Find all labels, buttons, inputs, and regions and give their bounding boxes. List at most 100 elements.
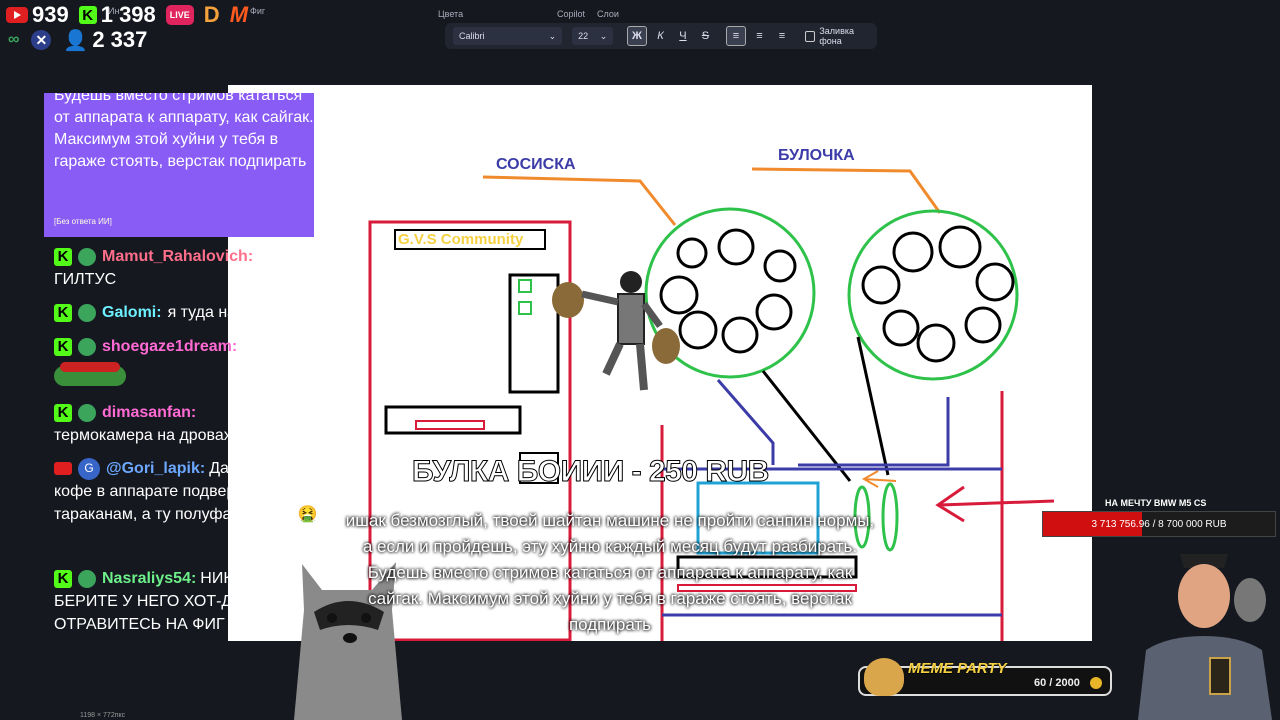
drum-hole: [676, 237, 708, 269]
drum-hole: [678, 310, 718, 350]
viewer-number: 2 337: [92, 27, 148, 52]
thief-legs: [602, 342, 648, 391]
kick-icon: K: [54, 337, 72, 356]
drum-hole: [717, 228, 755, 266]
chevron-down-icon: ⌄: [599, 30, 608, 41]
chat-message: K Nasraliys54: НИКОГДА НЕ БЕРИТЕ У НЕГО Х…: [54, 567, 324, 636]
community-label: G.V.S Community: [398, 231, 524, 248]
kick-icon: K: [54, 403, 72, 422]
thief-body: [617, 293, 645, 345]
chevron-down-icon: ⌄: [548, 30, 557, 41]
avatar: G: [78, 457, 100, 480]
chat-message: K Galomi: я туда насру: [54, 301, 324, 324]
chat-message: Kshoegaze1dream:: [54, 335, 324, 393]
youtube-icon: [54, 462, 72, 475]
fill-checkbox[interactable]: [804, 30, 816, 42]
chat-username[interactable]: Galomi:: [102, 301, 162, 324]
italic-button[interactable]: К: [652, 27, 669, 45]
shirt-plaid: [1138, 636, 1272, 720]
chat-text: ГИЛТУС: [54, 271, 117, 288]
meme-party-count: 60 / 2000: [1034, 677, 1080, 689]
align-left-icon[interactable]: ≡: [726, 26, 746, 46]
highlighted-message: Будешь вместо стримов кататься от аппара…: [44, 93, 314, 237]
face: [1178, 564, 1230, 628]
meme-party-title: MEME PARTY: [908, 660, 1007, 677]
chat-message: K Mamut_Rahalovich: ГИЛТУС: [54, 245, 324, 291]
chute-blue: [716, 379, 775, 465]
align-right-icon[interactable]: ≡: [773, 27, 790, 45]
beer-can-icon: [1209, 657, 1231, 695]
viewer-count: 👤 2 337: [63, 27, 147, 53]
pepe-emote-icon: [54, 362, 126, 386]
fill-background-toggle[interactable]: Заливка фона: [804, 26, 877, 46]
font-size-value: 22: [578, 31, 589, 41]
font-family-value: Calibri: [459, 31, 485, 41]
menu-colors[interactable]: Цвета: [438, 9, 463, 19]
fill-label: Заливка фона: [819, 26, 855, 46]
underline-button[interactable]: Ч: [674, 27, 691, 45]
kick-icon: K: [54, 569, 72, 588]
kick-icon: K: [54, 247, 72, 266]
text-toolbar: Calibri ⌄ 22 ⌄ Ж К Ч S ≡ ≡ ≡ Заливка фон…: [445, 23, 877, 49]
youtube-icon: [6, 7, 28, 23]
chat-username[interactable]: shoegaze1dream:: [102, 335, 237, 358]
link-icon: ∞: [8, 31, 20, 48]
avatar: [78, 303, 96, 322]
avatar: [78, 337, 96, 356]
roller-2: [881, 482, 899, 552]
drum-hole: [882, 309, 920, 347]
doge-icon: [864, 658, 904, 696]
dispenser-inner: [415, 420, 485, 430]
thief-sticker: [552, 271, 680, 391]
youtube-stat: 939: [6, 2, 69, 28]
live-badge: LIVE: [165, 5, 194, 25]
menu-partial-2[interactable]: Фиг: [250, 6, 265, 16]
youtube-count: 939: [32, 2, 69, 27]
drum-hole: [763, 249, 797, 283]
label-sausage: СОСИСКА: [496, 156, 576, 173]
goal-title: НА МЕЧТУ BMW M5 CS: [1105, 498, 1207, 508]
donation-message: ишак безмозглый, твоей шайтан машине не …: [345, 511, 875, 634]
avatar: [78, 247, 96, 266]
red-arrow: [935, 485, 1055, 523]
bun-drum: [847, 209, 1019, 381]
coin-icon: [1090, 677, 1102, 689]
raccoon-on-shoulder: [1234, 578, 1266, 622]
font-size-select[interactable]: 22 ⌄: [572, 27, 614, 45]
chat-panel: Будешь вместо стримов кататься от аппара…: [44, 85, 324, 645]
goal-progress-text: 3 713 756.96 / 8 700 000 RUB: [1091, 518, 1227, 530]
avatar: [78, 569, 96, 588]
donation-title: БУЛКА БОИИИ - 250 RUB: [412, 455, 770, 489]
button-green-2: [518, 301, 532, 315]
label-bun: БУЛОЧКА: [778, 147, 855, 164]
canvas-size-status: 1198 × 772пкс: [80, 712, 126, 719]
chat-username[interactable]: Mamut_Rahalovich:: [102, 245, 253, 268]
avatar: [78, 403, 96, 422]
drum-hole: [938, 225, 982, 269]
chat-username[interactable]: @Gori_lapik:: [106, 457, 205, 480]
money-bag-icon: [652, 328, 680, 364]
bold-button[interactable]: Ж: [627, 26, 647, 46]
highlight-tag: [Без ответа ИИ]: [54, 217, 112, 226]
x-icon: ✕: [31, 30, 52, 50]
sausage-pointer: [482, 175, 677, 226]
chute-black-2: [856, 336, 890, 476]
secondary-stats: ∞ ✕ 👤 2 337: [8, 27, 147, 53]
chat-username[interactable]: dimasanfan:: [102, 401, 196, 424]
drum-hole: [892, 231, 934, 273]
chat-username[interactable]: Nasraliys54:: [102, 567, 196, 590]
drum-hole: [975, 262, 1015, 302]
menu-partial-1[interactable]: Ин: [108, 6, 119, 16]
chat-text: я туда насру: [167, 304, 261, 321]
menu-copilot[interactable]: Copilot: [557, 9, 585, 19]
font-family-select[interactable]: Calibri ⌄: [453, 27, 563, 45]
strikethrough-button[interactable]: S: [697, 27, 714, 45]
bun-pointer: [751, 167, 942, 214]
menu-layers[interactable]: Слои: [597, 9, 619, 19]
align-center-icon[interactable]: ≡: [751, 27, 768, 45]
m-logo-icon: M: [229, 2, 249, 27]
person-icon: 👤: [63, 29, 89, 52]
streamer-webcam: [1138, 554, 1272, 720]
money-bag-icon: [552, 282, 584, 318]
chat-message: Kdimasanfan: термокамера на дровах: [54, 401, 324, 447]
